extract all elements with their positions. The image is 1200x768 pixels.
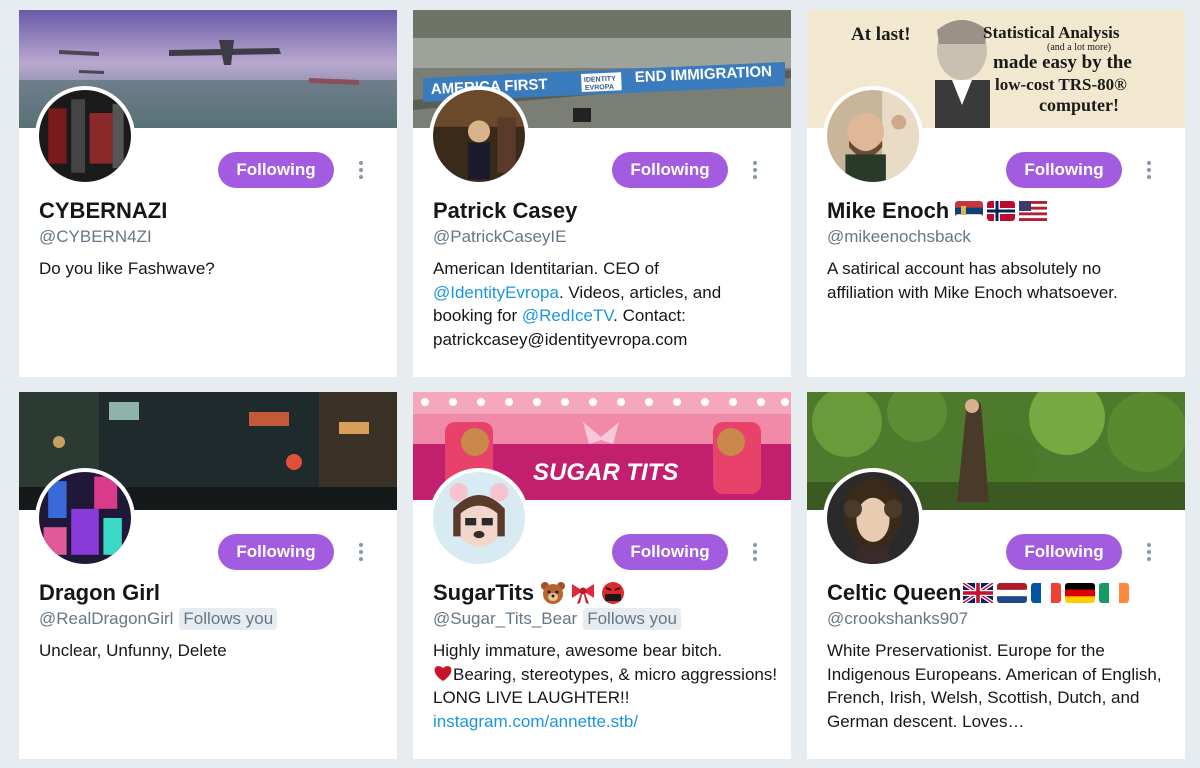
serbia-flag-icon (955, 201, 984, 221)
profile-handle[interactable]: @RealDragonGirl (39, 609, 173, 629)
more-options-icon[interactable] (353, 158, 369, 182)
following-button[interactable]: Following (612, 534, 728, 570)
profile-bio: White Preservationist. Europe for the In… (827, 641, 1162, 731)
germany-flag-icon (1065, 583, 1096, 603)
profile-avatar[interactable] (823, 86, 923, 186)
uk-flag-icon (963, 583, 994, 603)
more-options-icon[interactable] (747, 158, 763, 182)
banner-badge-bottom: EVROPA (585, 84, 614, 92)
profile-name[interactable]: Dragon Girl (39, 580, 160, 606)
following-button[interactable]: Following (612, 152, 728, 188)
profile-name[interactable]: Mike Enoch (827, 198, 949, 224)
profile-avatar[interactable] (429, 86, 529, 186)
follows-you-badge: Follows you (179, 608, 278, 630)
ribbon-icon (572, 584, 595, 604)
mention-link[interactable]: @RedIceTV (522, 306, 613, 325)
bear-face-icon (541, 582, 566, 604)
profile-handle[interactable]: @PatrickCaseyIE (433, 227, 566, 247)
profile-avatar[interactable] (429, 468, 529, 568)
profile-card[interactable]: Following Dragon Girl @RealDragonGirl Fo… (19, 392, 397, 759)
banner-line5: computer! (1039, 95, 1119, 115)
netherlands-flag-icon (997, 583, 1028, 603)
banner-badge-top: IDENTITY (584, 76, 616, 84)
profile-bio: Highly immature, awesome bear bitch. Bear… (433, 641, 778, 731)
profile-bio: Do you like Fashwave? (39, 259, 215, 278)
following-button[interactable]: Following (1006, 152, 1122, 188)
more-options-icon[interactable] (747, 540, 763, 564)
following-button[interactable]: Following (1006, 534, 1122, 570)
follows-you-badge: Follows you (583, 608, 681, 630)
mention-link[interactable]: @IdentityEvropa (433, 283, 559, 302)
following-button[interactable]: Following (218, 152, 334, 188)
banner-line4: low-cost TRS-80® (995, 75, 1127, 94)
banner-title: SUGAR TITS (533, 459, 678, 486)
more-options-icon[interactable] (1141, 158, 1157, 182)
profile-name[interactable]: Patrick Casey (433, 198, 577, 224)
website-link[interactable]: instagram.com/annette.stb/ (433, 712, 638, 731)
profile-card[interactable]: AMERICA FIRST IDENTITY EVROPA END IMMIGR… (413, 10, 791, 377)
france-flag-icon (1031, 583, 1062, 603)
profile-handle[interactable]: @Sugar_Tits_Bear (433, 609, 577, 629)
profile-avatar[interactable] (35, 468, 135, 568)
profile-name[interactable]: SugarTits (433, 580, 534, 606)
more-options-icon[interactable] (353, 540, 369, 564)
norway-flag-icon (987, 201, 1016, 221)
profile-handle[interactable]: @mikeenochsback (827, 227, 971, 247)
profile-handle[interactable]: @crookshanks907 (827, 609, 968, 629)
profile-avatar[interactable] (823, 468, 923, 568)
profile-bio: American Identitarian. CEO of @IdentityE… (433, 259, 722, 349)
profile-name[interactable]: CYBERNAZI (39, 198, 167, 224)
red-heart-icon (434, 665, 452, 681)
profile-bio: Unclear, Unfunny, Delete (39, 641, 227, 660)
profile-handle[interactable]: @CYBERN4ZI (39, 227, 152, 247)
profile-bio: A satirical account has absolutely no af… (827, 259, 1118, 302)
profile-card[interactable]: Following CYBERNAZI @CYBERN4ZI Do you li… (19, 10, 397, 377)
profile-avatar[interactable] (35, 86, 135, 186)
cursing-face-icon (602, 582, 625, 604)
more-options-icon[interactable] (1141, 540, 1157, 564)
profile-name[interactable]: Celtic Queen (827, 580, 961, 606)
profile-card[interactable]: Following Celtic Queen @crookshanks907 W… (807, 392, 1185, 759)
ireland-flag-icon (1099, 583, 1130, 603)
usa-flag-icon (1019, 201, 1048, 221)
banner-at-last: At last! (851, 24, 911, 45)
banner-line3: made easy by the (993, 52, 1132, 73)
profile-card[interactable]: SUGAR TITS Following SugarTits @Sugar_Ti… (413, 392, 791, 759)
profile-card[interactable]: At last! Statistical Analysis (and a lot… (807, 10, 1185, 377)
banner-line1: Statistical Analysis (983, 23, 1120, 42)
following-button[interactable]: Following (218, 534, 334, 570)
